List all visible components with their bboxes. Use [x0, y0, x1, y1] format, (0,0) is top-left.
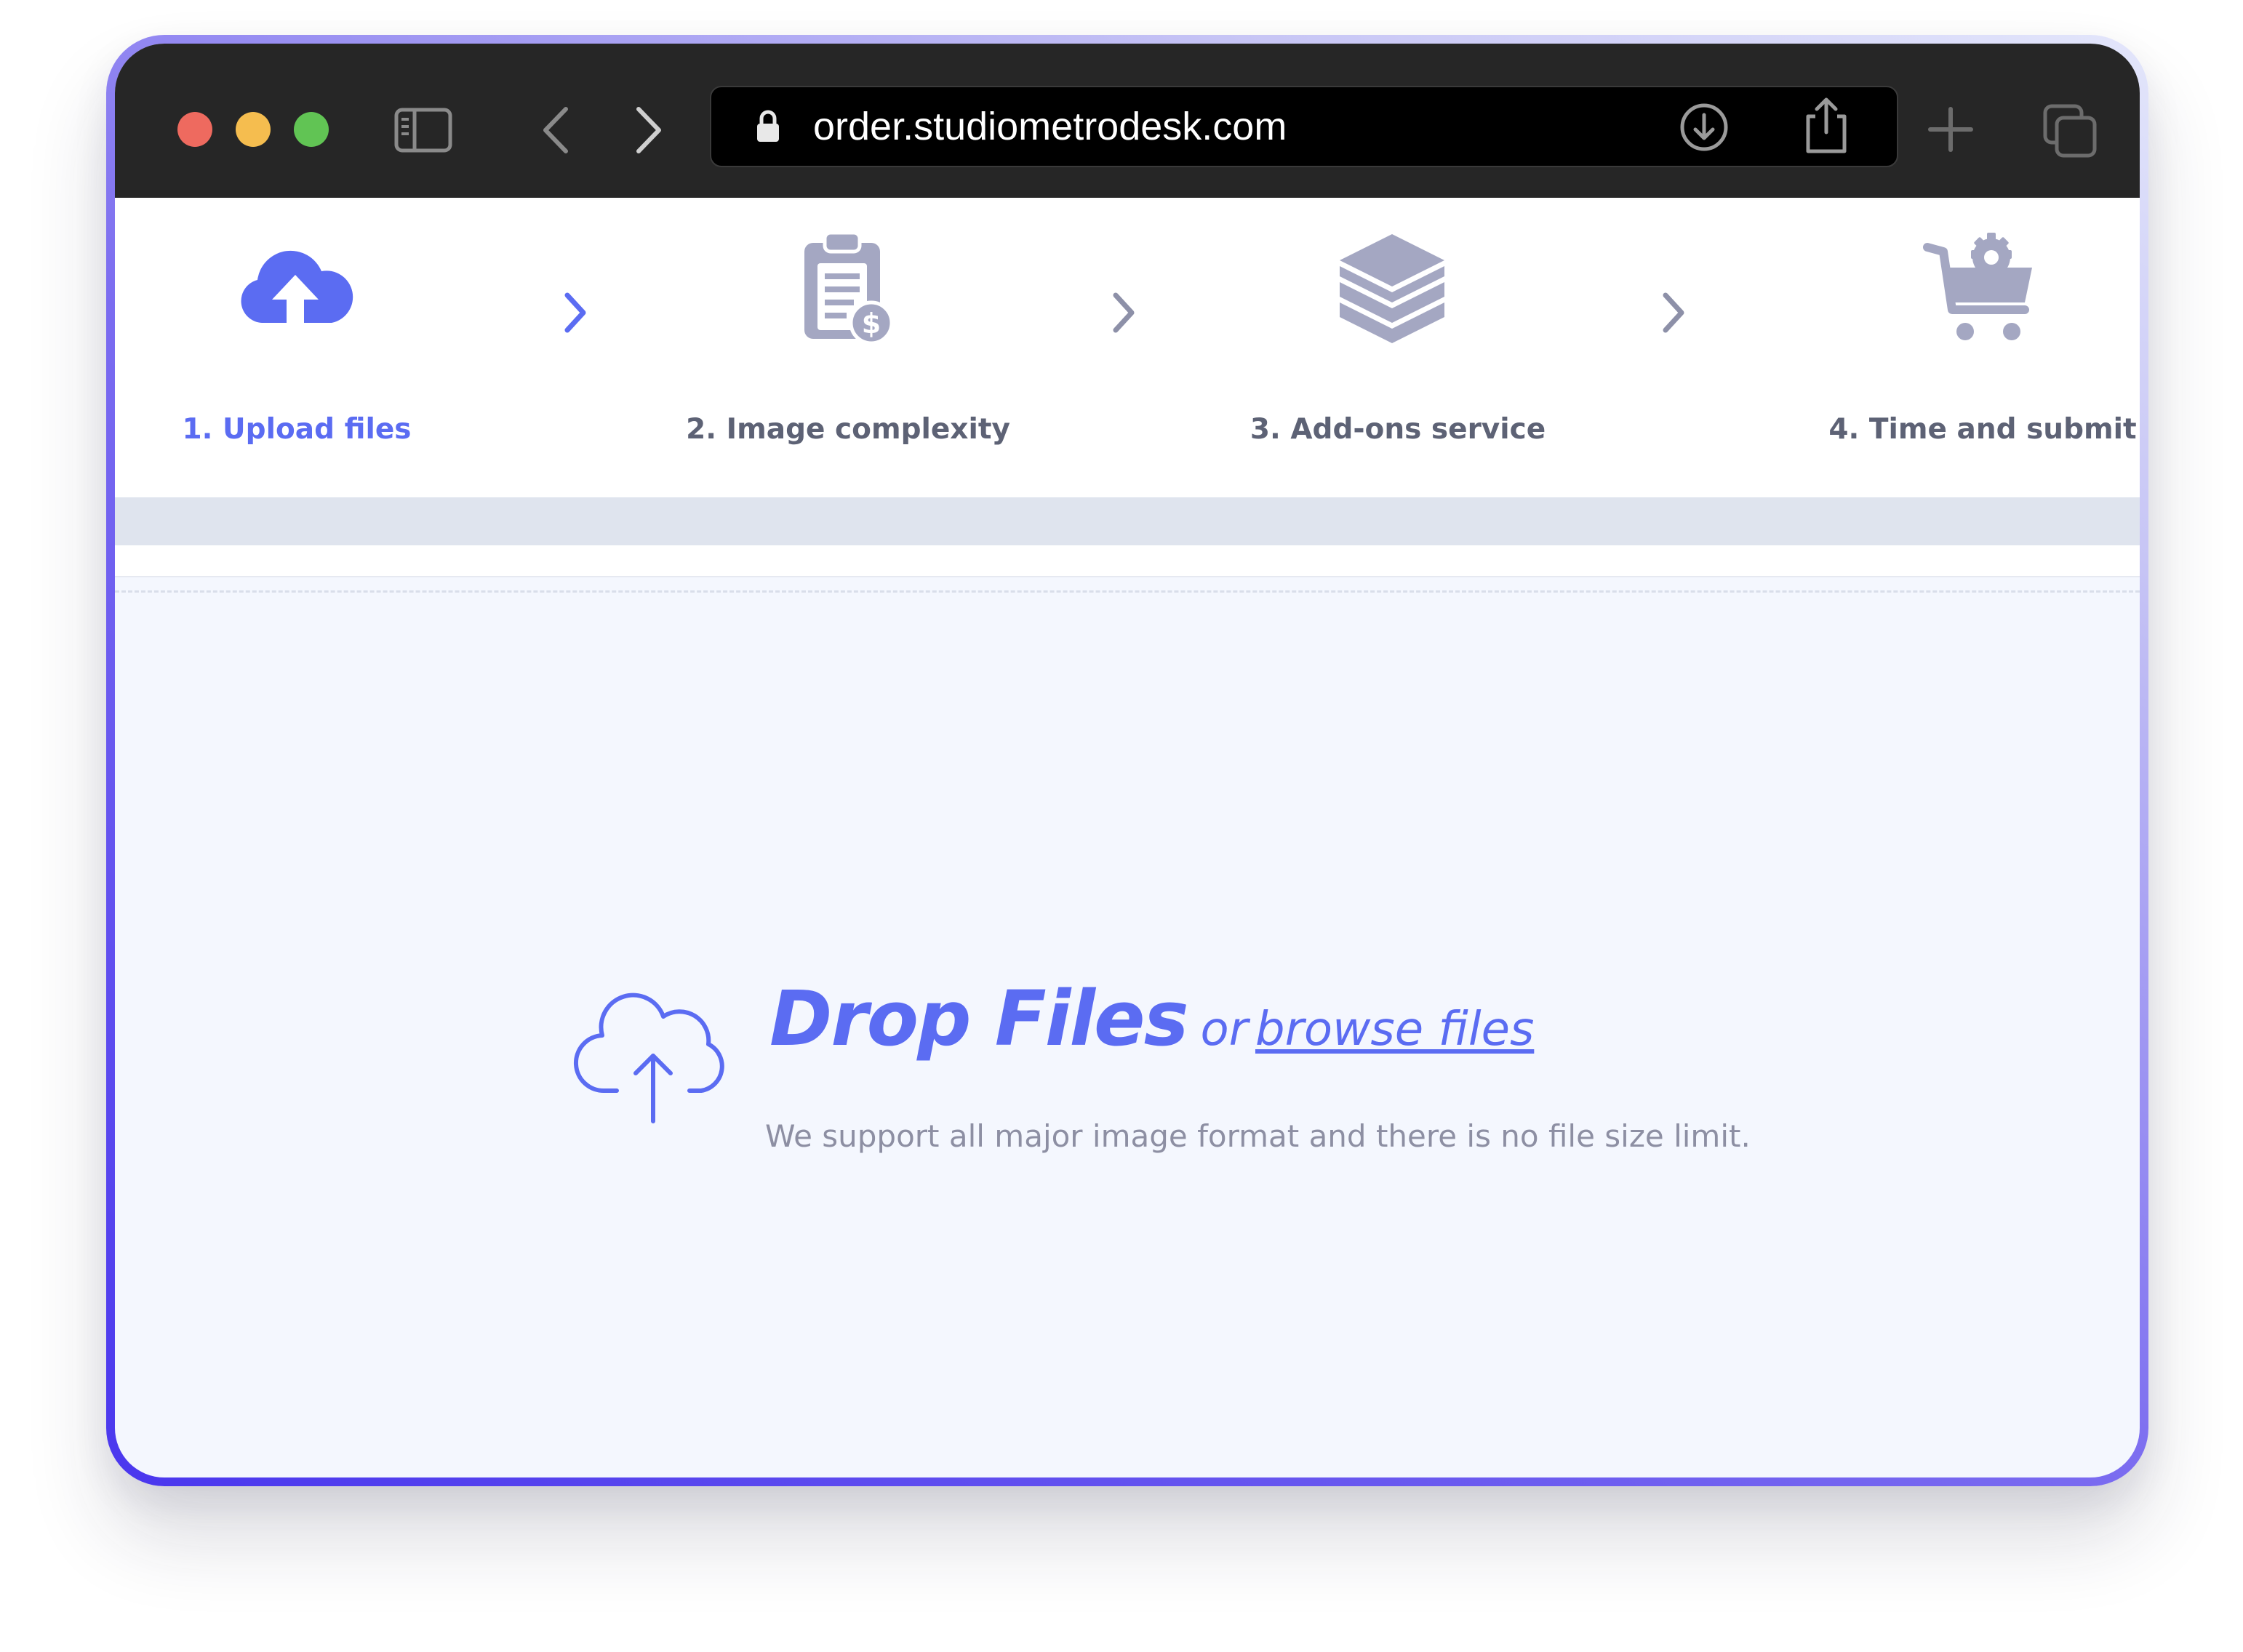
share-icon[interactable] — [1802, 96, 1850, 154]
browser-frame: order.studiometrodesk.com 1. Upload file… — [106, 35, 2148, 1486]
drop-or-text: or — [1200, 1003, 1248, 1056]
cloud-upload-icon[interactable] — [237, 238, 353, 333]
cart-gear-icon[interactable] — [1923, 230, 2039, 346]
sidebar-icon[interactable] — [394, 108, 452, 153]
url-text[interactable]: order.studiometrodesk.com — [813, 87, 1287, 166]
cloud-upload-outline-icon — [574, 993, 724, 1123]
drop-files-heading: Drop Files — [769, 974, 1188, 1063]
svg-text:$: $ — [862, 308, 881, 340]
progress-strip — [115, 497, 2140, 545]
minimize-window-button[interactable] — [236, 112, 271, 147]
dropzone-title: Drop Files or browse files — [769, 974, 1534, 1063]
clipboard-price-icon[interactable]: $ — [799, 230, 900, 346]
address-bar[interactable]: order.studiometrodesk.com — [710, 86, 1898, 167]
maximize-window-button[interactable] — [294, 112, 329, 147]
chevron-right-icon — [1113, 292, 1135, 333]
dropzone-subtitle: We support all major image format and th… — [765, 1118, 1751, 1154]
lock-icon — [757, 110, 779, 142]
order-steps: 1. Upload files $ 2. Image complexity 3.… — [115, 198, 2140, 497]
forward-icon[interactable] — [633, 106, 665, 154]
new-tab-icon[interactable] — [1927, 106, 1974, 153]
step-label-time-and-submit[interactable]: 4. Time and submit — [1828, 413, 2136, 446]
browser-window: order.studiometrodesk.com 1. Upload file… — [115, 44, 2140, 1477]
browser-toolbar: order.studiometrodesk.com — [115, 44, 2140, 198]
step-label-image-complexity[interactable]: 2. Image complexity — [686, 413, 1010, 446]
chevron-right-icon — [564, 292, 586, 333]
dropzone-border — [115, 590, 2140, 593]
step-label-add-ons-service[interactable]: 3. Add-ons service — [1250, 413, 1546, 446]
chevron-right-icon — [1663, 292, 1684, 333]
step-label-upload-files[interactable]: 1. Upload files — [182, 413, 411, 446]
close-window-button[interactable] — [177, 112, 212, 147]
browse-files-link[interactable]: browse files — [1255, 1003, 1534, 1056]
download-icon[interactable] — [1679, 102, 1730, 153]
back-icon[interactable] — [540, 106, 572, 154]
tabs-overview-icon[interactable] — [2042, 103, 2098, 159]
divider-strip — [115, 545, 2140, 577]
layers-icon[interactable] — [1334, 230, 1450, 349]
